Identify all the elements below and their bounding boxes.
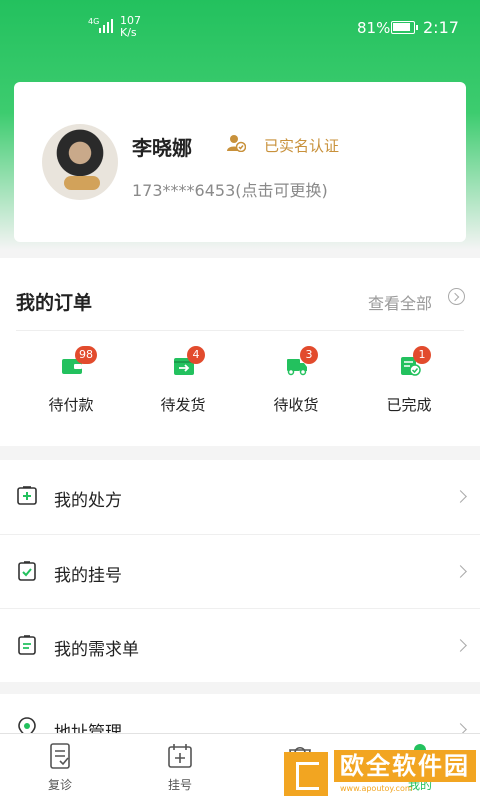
order-status-pending-receipt[interactable]: 3 待收货 <box>241 346 351 426</box>
watermark-url: www.apoutoy.com <box>340 784 413 793</box>
badge-count: 4 <box>187 346 205 364</box>
verified-user-icon <box>227 135 246 152</box>
watermark-text: 欧全软件园 <box>334 750 476 782</box>
service-menu: 我的处方 我的挂号 我的需求单 <box>0 460 480 682</box>
menu-label: 我的挂号 <box>54 566 122 586</box>
order-status-label: 待付款 <box>48 396 94 414</box>
profile-card[interactable]: 李晓娜 已实名认证 173****6453(点击可更换) <box>14 82 466 242</box>
view-all-orders-link[interactable]: 查看全部 <box>368 290 432 314</box>
revisit-icon <box>50 743 70 769</box>
menu-item-prescription[interactable]: 我的处方 <box>0 460 480 533</box>
demand-list-icon <box>18 635 36 655</box>
clock: 2:17 <box>423 18 459 37</box>
badge-count: 3 <box>300 346 318 364</box>
order-status-pending-shipment[interactable]: 4 待发货 <box>128 346 238 426</box>
orders-title: 我的订单 <box>16 292 93 314</box>
order-status-completed[interactable]: 1 已完成 <box>354 346 464 426</box>
badge-count: 1 <box>413 346 431 364</box>
site-watermark-logo: 欧全软件园 www.apoutoy.com <box>284 746 480 800</box>
chevron-right-circle-icon[interactable] <box>448 288 465 305</box>
menu-item-demand-list[interactable]: 我的需求单 <box>0 608 480 681</box>
badge-count: 98 <box>75 346 97 364</box>
chevron-right-icon <box>454 565 467 578</box>
tab-label: 挂号 <box>167 778 192 792</box>
network-speed: 107 K/s <box>120 15 141 39</box>
register-icon <box>168 744 192 768</box>
battery-icon <box>391 21 418 34</box>
verified-status: 已实名认证 <box>264 137 340 155</box>
tab-label: 复诊 <box>47 778 72 792</box>
order-status-label: 待收货 <box>273 396 319 414</box>
watermark-emblem <box>284 752 328 796</box>
chevron-right-icon <box>454 490 467 503</box>
status-bar: 4G 107 K/s 81% 2:17 <box>0 0 480 56</box>
avatar[interactable] <box>42 124 118 200</box>
menu-label: 我的需求单 <box>54 640 139 660</box>
signal-icon <box>99 17 113 33</box>
chevron-right-icon <box>454 639 467 652</box>
user-name: 李晓娜 <box>132 136 192 160</box>
divider <box>16 330 464 331</box>
order-status-label: 已完成 <box>386 396 432 414</box>
menu-item-registration[interactable]: 我的挂号 <box>0 534 480 607</box>
network-type: 4G <box>88 17 100 26</box>
my-orders-section: 我的订单 查看全部 98 待付款 4 待发货 3 待收货 1 已完成 <box>0 258 480 446</box>
menu-label: 我的处方 <box>54 491 122 511</box>
phone-number[interactable]: 173****6453(点击可更换) <box>132 177 328 201</box>
order-status-label: 待发货 <box>160 396 206 414</box>
battery-percent: 81% <box>357 19 391 37</box>
tab-revisit[interactable]: 复诊 <box>12 734 108 800</box>
order-status-pending-payment[interactable]: 98 待付款 <box>16 346 126 426</box>
network-speed-unit: K/s <box>120 26 137 39</box>
prescription-icon <box>17 486 37 505</box>
registration-icon <box>18 561 36 581</box>
tab-register[interactable]: 挂号 <box>132 734 228 800</box>
